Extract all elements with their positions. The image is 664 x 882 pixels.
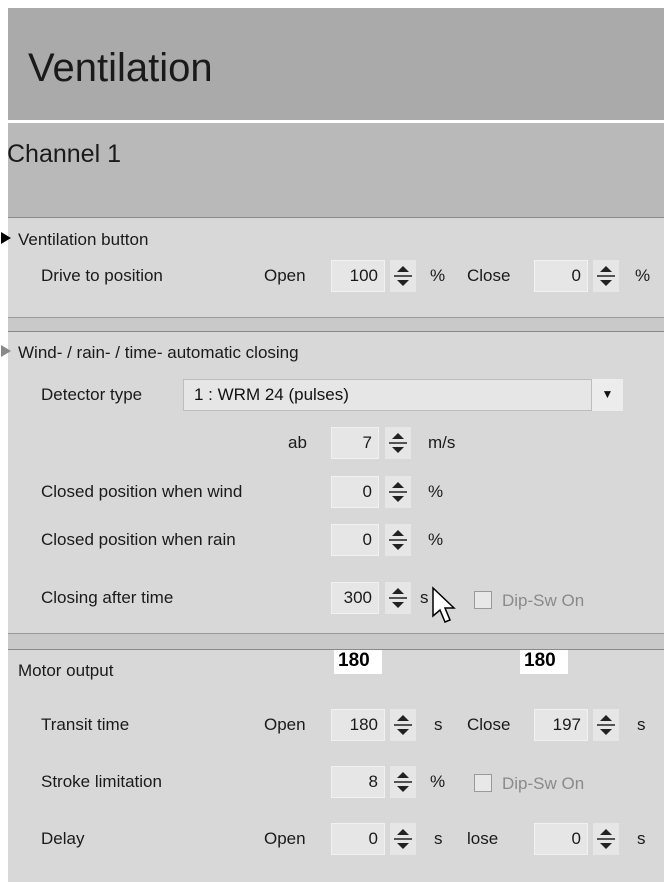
closed-position-rain-input[interactable]: 0	[331, 524, 379, 556]
page-title: Ventilation	[28, 46, 213, 90]
ventilation-button-heading: Ventilation button	[18, 230, 149, 249]
wind-speed-spinner[interactable]	[385, 427, 411, 459]
delay-close-label: lose	[467, 829, 499, 848]
open-position-spinner[interactable]	[390, 260, 416, 292]
detector-type-value: 1 : WRM 24 (pulses)	[194, 385, 349, 404]
section-marker-icon	[1, 232, 11, 244]
transit-time-label: Transit time	[41, 715, 130, 734]
open-position-input[interactable]: 100	[331, 260, 385, 292]
closed-position-rain-label: Closed position when rain	[41, 530, 236, 549]
open-unit: %	[430, 266, 446, 285]
stroke-dip-switch-checkbox[interactable]	[474, 774, 492, 792]
delay-close-unit: s	[637, 829, 646, 848]
wind-speed-input[interactable]: 7	[331, 427, 379, 459]
stroke-limitation-spinner[interactable]	[390, 766, 416, 798]
dip-switch-checkbox[interactable]	[474, 591, 492, 609]
closing-time-unit: s	[420, 588, 429, 607]
closing-time-input[interactable]: 300	[331, 582, 379, 614]
delay-open-label: Open	[264, 829, 306, 848]
delay-open-input[interactable]: 0	[331, 823, 385, 855]
chevron-down-icon[interactable]: ▼	[591, 379, 623, 411]
transit-open-input[interactable]: 180	[331, 709, 385, 741]
stroke-limitation-unit: %	[430, 772, 446, 791]
transit-open-label: Open	[264, 715, 306, 734]
closed-position-wind-unit: %	[428, 482, 444, 501]
dip-switch-label: Dip-Sw On	[502, 591, 585, 610]
delay-open-unit: s	[434, 829, 443, 848]
transit-close-input[interactable]: 197	[534, 709, 588, 741]
section-divider	[8, 633, 664, 650]
delay-label: Delay	[41, 829, 85, 848]
delay-open-spinner[interactable]	[390, 823, 416, 855]
transit-open-readout: 180	[334, 650, 382, 674]
delay-close-input[interactable]: 0	[534, 823, 588, 855]
open-label: Open	[264, 266, 306, 285]
drive-to-position-label: Drive to position	[41, 266, 163, 285]
transit-close-label: Close	[467, 715, 511, 734]
motor-output-heading: Motor output	[18, 661, 114, 680]
transit-close-spinner[interactable]	[593, 709, 619, 741]
detector-type-label: Detector type	[41, 385, 143, 404]
ab-label: ab	[288, 433, 307, 452]
closing-time-spinner[interactable]	[385, 582, 411, 614]
section-marker-icon	[1, 345, 11, 357]
detector-type-select[interactable]: 1 : WRM 24 (pulses)	[183, 379, 623, 411]
closed-position-wind-input[interactable]: 0	[331, 476, 379, 508]
transit-open-unit: s	[434, 715, 443, 734]
channel-bar	[8, 123, 664, 217]
close-label: Close	[467, 266, 511, 285]
closed-position-rain-unit: %	[428, 530, 444, 549]
closed-position-rain-spinner[interactable]	[385, 524, 411, 556]
stroke-limitation-label: Stroke limitation	[41, 772, 162, 791]
channel-title: Channel 1	[7, 140, 121, 168]
close-position-input[interactable]: 0	[534, 260, 588, 292]
closed-position-wind-label: Closed position when wind	[41, 482, 243, 501]
transit-close-unit: s	[637, 715, 646, 734]
delay-close-spinner[interactable]	[593, 823, 619, 855]
close-unit: %	[635, 266, 651, 285]
close-position-spinner[interactable]	[593, 260, 619, 292]
stroke-limitation-input[interactable]: 8	[331, 766, 385, 798]
automatic-closing-heading: Wind- / rain- / time- automatic closing	[18, 343, 299, 362]
transit-open-spinner[interactable]	[390, 709, 416, 741]
closing-after-time-label: Closing after time	[41, 588, 174, 607]
wind-speed-unit: m/s	[428, 433, 456, 452]
transit-close-readout: 180	[520, 650, 568, 674]
section-divider	[8, 317, 664, 332]
stroke-dip-switch-label: Dip-Sw On	[502, 774, 585, 793]
mouse-cursor-icon	[432, 586, 456, 623]
closed-position-wind-spinner[interactable]	[385, 476, 411, 508]
